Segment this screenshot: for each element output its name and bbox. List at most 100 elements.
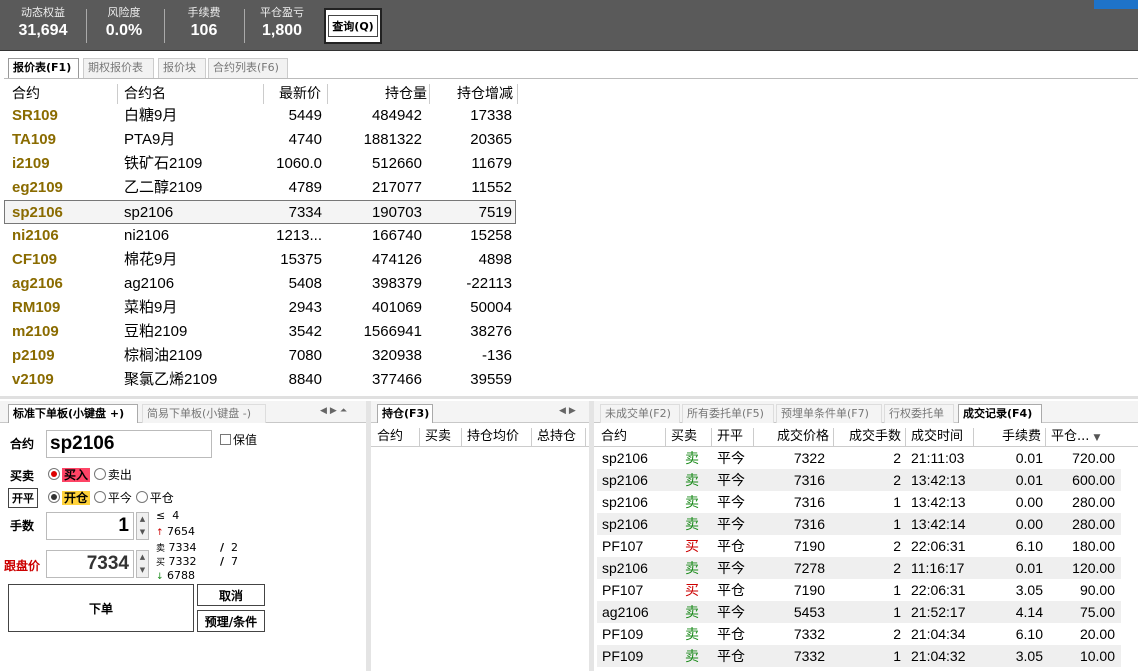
quote-open-interest: 190703	[371, 204, 422, 221]
col-trade-contract[interactable]: 合约	[598, 428, 666, 446]
col-trade-close-pnl[interactable]: 平仓... ▼	[1048, 428, 1118, 446]
trade-row[interactable]: sp2106 卖 平今 7316 2 13:42:13 0.01 600.00	[597, 469, 1121, 491]
col-pos-total[interactable]: 总持仓	[534, 428, 586, 446]
radio-buy[interactable]: 买入	[48, 468, 91, 482]
col-contract[interactable]: 合约	[12, 84, 118, 104]
splitter[interactable]	[366, 401, 371, 671]
preset-condition-button[interactable]: 预理/条件	[197, 610, 265, 632]
trade-time: 22:06:31	[911, 582, 966, 598]
trade-time: 21:11:03	[911, 450, 965, 466]
tab-preset-orders[interactable]: 预埋单条件单(F7)	[776, 404, 882, 423]
quote-last-price: 5408	[288, 275, 322, 292]
trade-row[interactable]: PF109 卖 平仓 7332 1 21:04:32 3.05 10.00	[597, 645, 1121, 667]
col-trade-fee[interactable]: 手续费	[976, 428, 1046, 446]
trade-row[interactable]: sp2106 卖 平今 7278 2 11:16:17 0.01 120.00	[597, 557, 1121, 579]
quote-oi-change: 20365	[470, 131, 512, 148]
trade-offset: 平仓	[717, 582, 745, 598]
tab-standard-order[interactable]: 标准下单板(小键盘 +)	[8, 404, 138, 423]
trade-row[interactable]: sp2106 卖 平今 7316 1 13:42:13 0.00 280.00	[597, 491, 1121, 513]
tab-exercise-orders[interactable]: 行权委托单	[884, 404, 954, 423]
trade-time: 13:42:13	[911, 472, 966, 488]
col-trade-offset[interactable]: 开平	[714, 428, 754, 446]
submit-order-button[interactable]: 下单	[8, 584, 194, 632]
quote-row[interactable]: RM109 菜粕9月 2943 401069 50004	[0, 296, 520, 320]
quote-row[interactable]: p2109 棕榈油2109 7080 320938 -136	[0, 344, 520, 368]
tab-all-orders[interactable]: 所有委托单(F5)	[682, 404, 774, 423]
tab-scroll-arrows-icon[interactable]: ◀▶	[559, 406, 579, 416]
quote-row[interactable]: ag2106 ag2106 5408 398379 -22113	[0, 272, 520, 296]
tab-contract-list[interactable]: 合约列表(F6)	[208, 58, 288, 78]
quote-row[interactable]: v2109 聚氯乙烯2109 8840 377466 39559	[0, 368, 520, 392]
trade-contract: PF107	[602, 538, 644, 554]
radio-close-today[interactable]: 平今	[93, 491, 132, 505]
bid-price[interactable]: 买 7332/ 7	[156, 555, 238, 570]
contract-input[interactable]: sp2106	[46, 430, 212, 458]
quote-row[interactable]: SR109 白糖9月 5449 484942 17338	[0, 104, 520, 128]
price-mode-label[interactable]: 跟盘价	[4, 557, 40, 574]
tab-unfilled-orders[interactable]: 未成交单(F2)	[600, 404, 680, 423]
tab-quote-table[interactable]: 报价表(F1)	[8, 58, 79, 78]
divider	[244, 9, 245, 43]
col-pos-side[interactable]: 买卖	[422, 428, 462, 446]
splitter[interactable]	[589, 401, 594, 671]
quote-row[interactable]: m2109 豆粕2109 3542 1566941 38276	[0, 320, 520, 344]
col-last-price[interactable]: 最新价	[268, 84, 328, 104]
col-trade-price[interactable]: 成交价格	[756, 428, 834, 446]
qty-input[interactable]: 1	[46, 512, 134, 540]
trade-close-pnl: 180.00	[1072, 538, 1115, 554]
tab-simple-order[interactable]: 简易下单板(小键盘 -)	[142, 404, 266, 423]
quote-open-interest: 217077	[371, 179, 422, 196]
quote-row[interactable]: CF109 棉花9月 15375 474126 4898	[0, 248, 520, 272]
col-oi-change[interactable]: 持仓增减	[432, 84, 518, 104]
quote-oi-change: 11552	[471, 179, 512, 196]
quote-row[interactable]: eg2109 乙二醇2109 4789 217077 11552	[0, 176, 520, 200]
tab-positions[interactable]: 持仓(F3)	[377, 404, 433, 423]
quote-open-interest: 1881322	[363, 131, 422, 148]
trade-row[interactable]: sp2106 卖 平今 7322 2 21:11:03 0.01 720.00	[597, 447, 1121, 469]
trade-row[interactable]: ag2106 卖 平今 5453 1 21:52:17 4.14 75.00	[597, 601, 1121, 623]
col-contract-name[interactable]: 合约名	[124, 84, 264, 104]
stat-fee: 手续费 106	[187, 6, 221, 39]
col-pos-avg-price[interactable]: 持仓均价	[464, 428, 532, 446]
trade-row[interactable]: PF107 买 平仓 7190 2 22:06:31 6.10 180.00	[597, 535, 1121, 557]
trade-fee: 3.05	[1015, 648, 1043, 664]
radio-icon	[93, 468, 106, 480]
col-trade-side[interactable]: 买卖	[668, 428, 712, 446]
tab-trade-records[interactable]: 成交记录(F4)	[958, 404, 1042, 423]
trade-close-pnl: 90.00	[1079, 582, 1115, 598]
hedge-checkbox[interactable]: 保值	[220, 431, 257, 448]
quote-row[interactable]: i2109 铁矿石2109 1060.0 512660 11679	[0, 152, 520, 176]
divider	[86, 9, 87, 43]
tab-scroll-arrows-icon[interactable]: ◀▶⏶	[320, 406, 350, 416]
ask-price[interactable]: 卖 7334/ 2	[156, 541, 238, 556]
tab-quote-block[interactable]: 报价块	[158, 58, 206, 78]
splitter[interactable]	[0, 396, 1138, 399]
col-trade-qty[interactable]: 成交手数	[836, 428, 906, 446]
trade-close-pnl: 280.00	[1072, 516, 1115, 532]
max-qty-label: ≤ 4	[156, 509, 180, 522]
radio-close[interactable]: 平仓	[135, 491, 174, 505]
order-tab-bar: 标准下单板(小键盘 +) 简易下单板(小键盘 -) ◀▶⏶	[0, 401, 370, 423]
col-trade-time[interactable]: 成交时间	[908, 428, 974, 446]
quote-row[interactable]: ni2106 ni2106 1213... 166740 15258	[0, 224, 520, 248]
offset-radio-group: 开仓 平今 平仓	[48, 489, 174, 506]
trade-row[interactable]: sp2106 卖 平今 7316 1 13:42:14 0.00 280.00	[597, 513, 1121, 535]
col-open-interest[interactable]: 持仓量	[330, 84, 430, 104]
quote-row[interactable]: sp2106 sp2106 7334 190703 7519	[4, 200, 516, 224]
price-input[interactable]: 7334	[46, 550, 134, 578]
quote-row[interactable]: TA109 PTA9月 4740 1881322 20365	[0, 128, 520, 152]
trade-time: 21:04:32	[911, 648, 966, 664]
query-button[interactable]: 查询(Q)	[324, 8, 382, 44]
price-stepper[interactable]: ▲ ▼	[136, 550, 149, 578]
col-pos-contract[interactable]: 合约	[374, 428, 420, 446]
quote-name: PTA9月	[124, 131, 176, 148]
qty-stepper[interactable]: ▲ ▼	[136, 512, 149, 540]
trade-row[interactable]: PF107 买 平仓 7190 1 22:06:31 3.05 90.00	[597, 579, 1121, 601]
tab-option-quote[interactable]: 期权报价表	[83, 58, 154, 78]
radio-open[interactable]: 开仓	[48, 491, 91, 505]
trade-contract: sp2106	[602, 472, 648, 488]
open-close-button[interactable]: 开平	[8, 488, 38, 508]
cancel-button[interactable]: 取消	[197, 584, 265, 606]
trade-row[interactable]: PF109 卖 平仓 7332 2 21:04:34 6.10 20.00	[597, 623, 1121, 645]
radio-sell[interactable]: 卖出	[93, 468, 132, 482]
